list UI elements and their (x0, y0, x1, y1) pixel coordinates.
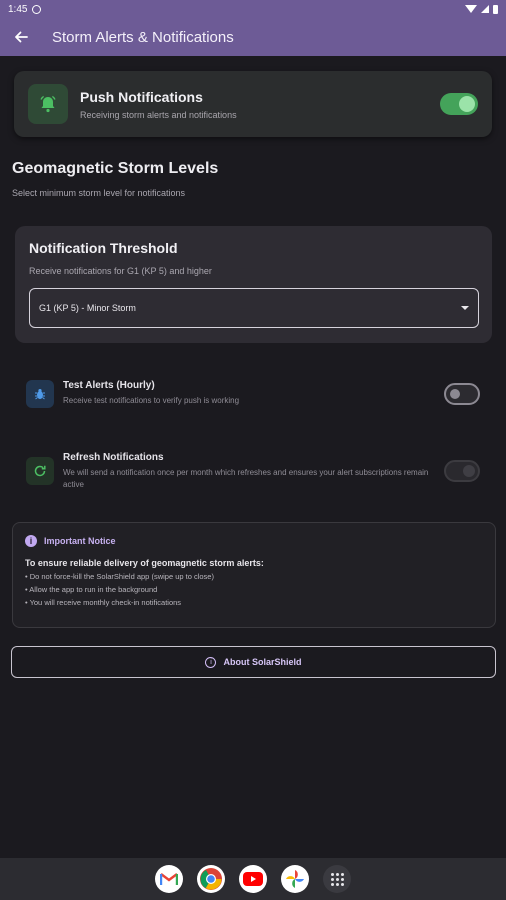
refresh-icon (34, 465, 46, 477)
youtube-icon[interactable] (239, 865, 267, 893)
gmail-icon[interactable] (155, 865, 183, 893)
signal-icon (481, 5, 489, 13)
status-time: 1:45 (8, 3, 28, 15)
notice-item: • Allow the app to run in the background (25, 585, 158, 594)
chrome-icon[interactable] (197, 865, 225, 893)
app-drawer-icon[interactable] (323, 865, 351, 893)
notification-threshold-card: Notification Threshold Receive notificat… (15, 226, 492, 343)
bug-icon-box (26, 380, 54, 408)
test-alerts-toggle[interactable] (444, 383, 480, 405)
threshold-title: Notification Threshold (29, 240, 178, 256)
test-alerts-title: Test Alerts (Hourly) (63, 380, 155, 391)
status-bar: 1:45 (0, 0, 506, 18)
refresh-notifications-toggle[interactable] (444, 460, 480, 482)
page-title: Storm Alerts & Notifications (52, 28, 234, 46)
back-arrow-icon[interactable] (12, 28, 30, 46)
photos-icon[interactable] (281, 865, 309, 893)
toggle-knob (450, 389, 460, 399)
notice-item: • You will receive monthly check-in noti… (25, 598, 182, 607)
threshold-selected-value: G1 (KP 5) - Minor Storm (39, 303, 136, 313)
notice-title: Important Notice (44, 536, 116, 546)
threshold-dropdown[interactable]: G1 (KP 5) - Minor Storm (29, 288, 479, 328)
about-button-label: About SolarShield (223, 657, 302, 667)
wifi-icon (465, 5, 477, 13)
info-icon: i (25, 535, 37, 547)
refresh-notifications-title: Refresh Notifications (63, 452, 164, 463)
refresh-icon-box (26, 457, 54, 485)
important-notice-card: i Important Notice To ensure reliable de… (12, 522, 496, 628)
app-bar: Storm Alerts & Notifications (0, 18, 506, 56)
push-notifications-toggle[interactable] (440, 93, 478, 115)
refresh-notifications-row: Refresh Notifications We will send a not… (26, 452, 480, 491)
notification-dot-icon (32, 4, 42, 14)
push-notifications-subtitle: Receiving storm alerts and notifications (80, 109, 237, 120)
refresh-notifications-subtitle: We will send a notification once per mon… (63, 468, 429, 489)
test-alerts-subtitle: Receive test notifications to verify pus… (63, 396, 240, 405)
bug-icon (35, 389, 45, 400)
storm-levels-heading: Geomagnetic Storm Levels (12, 160, 219, 177)
toggle-knob (459, 96, 475, 112)
notice-item: • Do not force-kill the SolarShield app … (25, 572, 214, 581)
dropdown-caret-icon (461, 306, 469, 310)
storm-levels-subtitle: Select minimum storm level for notificat… (12, 188, 186, 198)
push-notifications-title: Push Notifications (80, 88, 203, 105)
about-solarshield-button[interactable]: i About SolarShield (11, 646, 496, 678)
notice-lead: To ensure reliable delivery of geomagnet… (25, 558, 264, 568)
toggle-knob (463, 465, 475, 477)
test-alerts-row: Test Alerts (Hourly) Receive test notifi… (26, 380, 480, 408)
push-notifications-card: Push Notifications Receiving storm alert… (14, 71, 492, 137)
info-outline-icon: i (205, 656, 217, 668)
app-dock (0, 858, 506, 900)
bell-icon (40, 95, 56, 113)
battery-icon (493, 4, 498, 14)
threshold-subtitle: Receive notifications for G1 (KP 5) and … (29, 266, 212, 276)
bell-icon-box (28, 84, 68, 124)
